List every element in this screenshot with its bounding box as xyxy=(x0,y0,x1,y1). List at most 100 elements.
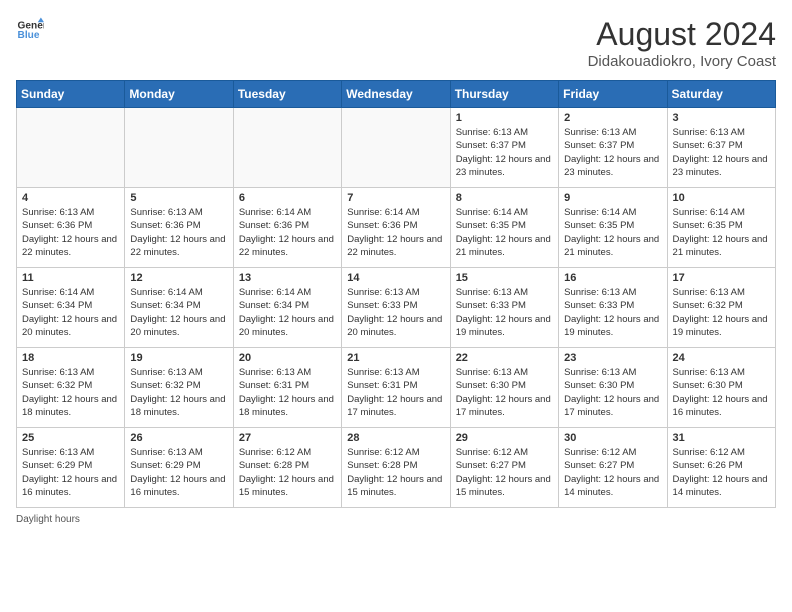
calendar-table: SundayMondayTuesdayWednesdayThursdayFrid… xyxy=(16,80,776,508)
page-header: General Blue August 2024 Didakouadiokro,… xyxy=(16,16,776,70)
calendar-day-header: Monday xyxy=(125,81,233,108)
calendar-week-row: 25Sunrise: 6:13 AM Sunset: 6:29 PM Dayli… xyxy=(17,428,776,508)
day-number: 5 xyxy=(130,192,227,204)
calendar-header-row: SundayMondayTuesdayWednesdayThursdayFrid… xyxy=(17,81,776,108)
day-info: Sunrise: 6:14 AM Sunset: 6:35 PM Dayligh… xyxy=(564,206,661,259)
page-title: August 2024 xyxy=(588,16,776,53)
calendar-day-cell: 17 Sunrise: 6:13 AM Sunset: 6:32 PM Dayli… xyxy=(667,268,775,348)
day-number: 31 xyxy=(673,432,770,444)
day-number: 1 xyxy=(456,112,553,124)
calendar-day-cell: 2Sunrise: 6:13 AM Sunset: 6:37 PM Daylig… xyxy=(559,108,667,188)
day-info: Sunrise: 6:13 AM Sunset: 6:33 PM Dayligh… xyxy=(456,286,553,339)
calendar-day-cell: 15 Sunrise: 6:13 AM Sunset: 6:33 PM Dayli… xyxy=(450,268,558,348)
svg-text:Blue: Blue xyxy=(18,30,40,41)
calendar-day-cell: 29 Sunrise: 6:12 AM Sunset: 6:27 PM Dayli… xyxy=(450,428,558,508)
day-number: 7 xyxy=(347,192,444,204)
day-number: 30 xyxy=(564,432,661,444)
calendar-day-cell: 20Sunrise: 6:13 AM Sunset: 6:31 PM Dayli… xyxy=(233,348,341,428)
calendar-day-header: Saturday xyxy=(667,81,775,108)
day-number: 16 xyxy=(564,272,661,284)
calendar-day-cell xyxy=(17,108,125,188)
calendar-day-cell: 27 Sunrise: 6:12 AM Sunset: 6:28 PM Dayli… xyxy=(233,428,341,508)
day-info: Sunrise: 6:13 AM Sunset: 6:32 PM Dayligh… xyxy=(673,286,770,339)
calendar-week-row: 11 Sunrise: 6:14 AM Sunset: 6:34 PM Dayli… xyxy=(17,268,776,348)
day-number: 11 xyxy=(22,272,119,284)
calendar-day-cell: 8 Sunrise: 6:14 AM Sunset: 6:35 PM Daylig… xyxy=(450,188,558,268)
day-info: Sunrise: 6:13 AM Sunset: 6:37 PM Dayligh… xyxy=(673,126,770,179)
day-number: 2 xyxy=(564,112,661,124)
day-number: 13 xyxy=(239,272,336,284)
calendar-day-cell: 19Sunrise: 6:13 AM Sunset: 6:32 PM Dayli… xyxy=(125,348,233,428)
day-number: 17 xyxy=(673,272,770,284)
logo: General Blue xyxy=(16,16,44,44)
day-info: Sunrise: 6:13 AM Sunset: 6:33 PM Dayligh… xyxy=(564,286,661,339)
day-info: Sunrise: 6:14 AM Sunset: 6:34 PM Dayligh… xyxy=(130,286,227,339)
day-info: Sunrise: 6:13 AM Sunset: 6:30 PM Dayligh… xyxy=(564,366,661,419)
day-info: Sunrise: 6:12 AM Sunset: 6:28 PM Dayligh… xyxy=(239,446,336,499)
day-info: Sunrise: 6:13 AM Sunset: 6:32 PM Dayligh… xyxy=(22,366,119,419)
day-number: 15 xyxy=(456,272,553,284)
day-info: Sunrise: 6:14 AM Sunset: 6:36 PM Dayligh… xyxy=(347,206,444,259)
day-number: 8 xyxy=(456,192,553,204)
calendar-day-cell: 22 Sunrise: 6:13 AM Sunset: 6:30 PM Dayli… xyxy=(450,348,558,428)
calendar-day-cell: 14 Sunrise: 6:13 AM Sunset: 6:33 PM Dayli… xyxy=(342,268,450,348)
day-number: 29 xyxy=(456,432,553,444)
day-info: Sunrise: 6:13 AM Sunset: 6:31 PM Dayligh… xyxy=(239,366,336,419)
calendar-week-row: 18Sunrise: 6:13 AM Sunset: 6:32 PM Dayli… xyxy=(17,348,776,428)
day-number: 23 xyxy=(564,352,661,364)
day-info: Sunrise: 6:13 AM Sunset: 6:36 PM Dayligh… xyxy=(22,206,119,259)
day-info: Sunrise: 6:12 AM Sunset: 6:27 PM Dayligh… xyxy=(456,446,553,499)
day-number: 14 xyxy=(347,272,444,284)
day-number: 21 xyxy=(347,352,444,364)
calendar-day-cell: 25Sunrise: 6:13 AM Sunset: 6:29 PM Dayli… xyxy=(17,428,125,508)
calendar-week-row: 1 Sunrise: 6:13 AM Sunset: 6:37 PM Daylig… xyxy=(17,108,776,188)
calendar-day-cell: 10 Sunrise: 6:14 AM Sunset: 6:35 PM Dayli… xyxy=(667,188,775,268)
day-number: 22 xyxy=(456,352,553,364)
day-number: 6 xyxy=(239,192,336,204)
day-info: Sunrise: 6:14 AM Sunset: 6:36 PM Dayligh… xyxy=(239,206,336,259)
calendar-day-cell: 3Sunrise: 6:13 AM Sunset: 6:37 PM Daylig… xyxy=(667,108,775,188)
calendar-day-cell: 6 Sunrise: 6:14 AM Sunset: 6:36 PM Daylig… xyxy=(233,188,341,268)
day-number: 28 xyxy=(347,432,444,444)
calendar-day-header: Friday xyxy=(559,81,667,108)
day-info: Sunrise: 6:13 AM Sunset: 6:29 PM Dayligh… xyxy=(130,446,227,499)
calendar-day-header: Tuesday xyxy=(233,81,341,108)
day-info: Sunrise: 6:12 AM Sunset: 6:27 PM Dayligh… xyxy=(564,446,661,499)
day-number: 9 xyxy=(564,192,661,204)
day-info: Sunrise: 6:14 AM Sunset: 6:35 PM Dayligh… xyxy=(456,206,553,259)
calendar-day-cell: 1Sunrise: 6:13 AM Sunset: 6:37 PM Daylig… xyxy=(450,108,558,188)
day-number: 19 xyxy=(130,352,227,364)
calendar-day-cell: 30 Sunrise: 6:12 AM Sunset: 6:27 PM Dayli… xyxy=(559,428,667,508)
logo-icon: General Blue xyxy=(16,16,44,44)
calendar-day-cell xyxy=(233,108,341,188)
calendar-day-header: Thursday xyxy=(450,81,558,108)
calendar-day-header: Sunday xyxy=(17,81,125,108)
title-block: August 2024 Didakouadiokro, Ivory Coast xyxy=(588,16,776,70)
calendar-day-cell: 9 Sunrise: 6:14 AM Sunset: 6:35 PM Daylig… xyxy=(559,188,667,268)
day-info: Sunrise: 6:14 AM Sunset: 6:35 PM Dayligh… xyxy=(673,206,770,259)
calendar-day-cell: 16 Sunrise: 6:13 AM Sunset: 6:33 PM Dayli… xyxy=(559,268,667,348)
day-number: 24 xyxy=(673,352,770,364)
day-info: Sunrise: 6:12 AM Sunset: 6:26 PM Dayligh… xyxy=(673,446,770,499)
day-info: Sunrise: 6:13 AM Sunset: 6:30 PM Dayligh… xyxy=(456,366,553,419)
calendar-day-cell: 24Sunrise: 6:13 AM Sunset: 6:30 PM Dayli… xyxy=(667,348,775,428)
day-info: Sunrise: 6:14 AM Sunset: 6:34 PM Dayligh… xyxy=(239,286,336,339)
day-info: Sunrise: 6:13 AM Sunset: 6:29 PM Dayligh… xyxy=(22,446,119,499)
calendar-day-cell: 5Sunrise: 6:13 AM Sunset: 6:36 PM Daylig… xyxy=(125,188,233,268)
calendar-day-cell: 28Sunrise: 6:12 AM Sunset: 6:28 PM Dayli… xyxy=(342,428,450,508)
calendar-body: 1 Sunrise: 6:13 AM Sunset: 6:37 PM Daylig… xyxy=(17,108,776,508)
day-info: Sunrise: 6:13 AM Sunset: 6:33 PM Dayligh… xyxy=(347,286,444,339)
page-subtitle: Didakouadiokro, Ivory Coast xyxy=(588,53,776,70)
day-number: 4 xyxy=(22,192,119,204)
calendar-day-cell: 11 Sunrise: 6:14 AM Sunset: 6:34 PM Dayli… xyxy=(17,268,125,348)
day-info: Sunrise: 6:14 AM Sunset: 6:34 PM Dayligh… xyxy=(22,286,119,339)
day-info: Sunrise: 6:13 AM Sunset: 6:31 PM Dayligh… xyxy=(347,366,444,419)
day-number: 26 xyxy=(130,432,227,444)
footer-note: Daylight hours xyxy=(16,514,776,525)
day-number: 10 xyxy=(673,192,770,204)
calendar-day-cell: 21 Sunrise: 6:13 AM Sunset: 6:31 PM Dayli… xyxy=(342,348,450,428)
day-number: 27 xyxy=(239,432,336,444)
calendar-day-cell: 7 Sunrise: 6:14 AM Sunset: 6:36 PM Daylig… xyxy=(342,188,450,268)
calendar-day-cell xyxy=(342,108,450,188)
day-number: 12 xyxy=(130,272,227,284)
